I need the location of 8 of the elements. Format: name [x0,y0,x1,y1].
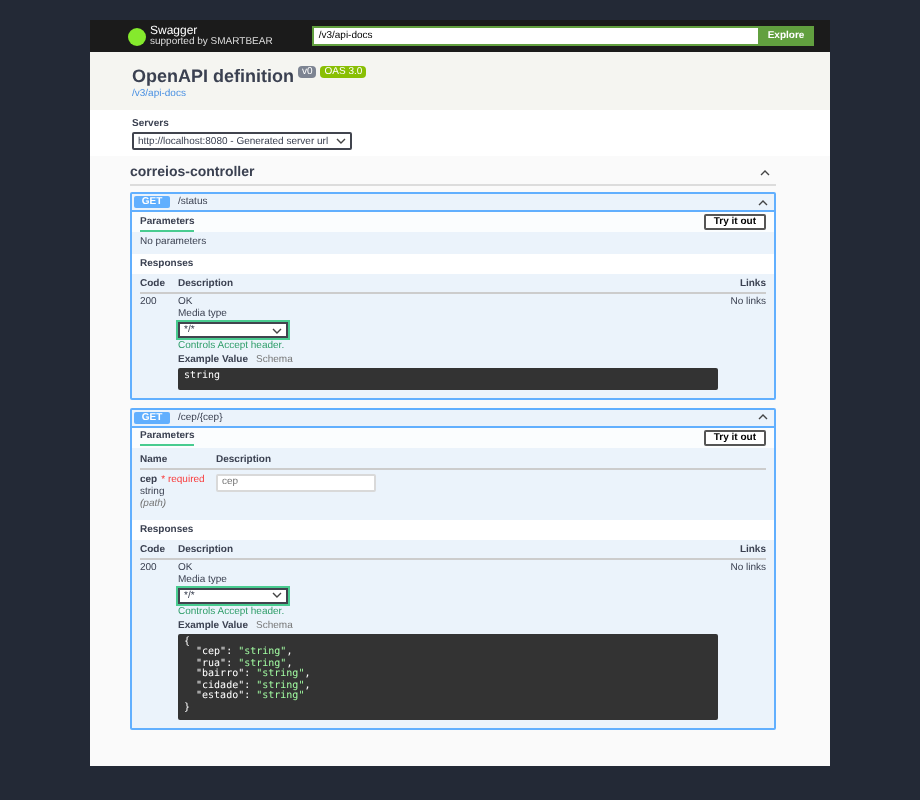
chevron-down-icon[interactable] [272,327,282,333]
chevron-up-icon[interactable] [758,414,768,420]
chevron-down-icon[interactable] [336,138,347,144]
chevron-down-icon[interactable] [272,592,282,598]
chevron-up-icon[interactable] [760,170,770,176]
page-title: OpenAPI definition [132,66,294,86]
logo-icon [128,27,146,45]
chevron-up-icon[interactable] [758,199,768,205]
